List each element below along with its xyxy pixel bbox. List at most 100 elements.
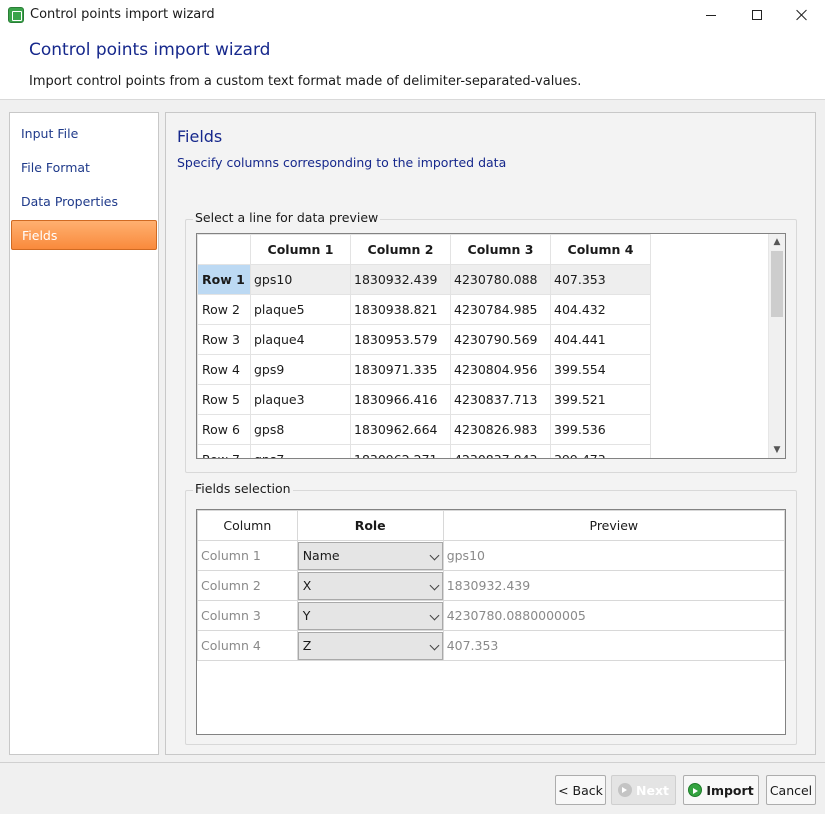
row-header[interactable]: Row 4 (197, 354, 251, 385)
field-preview-value: 1830932.439 (442, 570, 785, 601)
import-button-label: Import (706, 782, 754, 798)
table-row: Column 3 Y 4230780.0880000005 (197, 600, 785, 631)
preview-column-header[interactable]: Column 1 (250, 234, 351, 265)
title-bar: Control points import wizard (0, 0, 825, 30)
row-header[interactable]: Row 3 (197, 324, 251, 355)
field-column-name: Column 4 (197, 630, 298, 661)
table-cell: plaque5 (250, 294, 351, 325)
preview-header-row: Column 1 Column 2 Column 3 Column 4 (197, 234, 651, 265)
content-panel: Fields Specify columns corresponding to … (165, 112, 816, 755)
import-button[interactable]: Import (683, 775, 759, 805)
table-cell: gps7 (250, 444, 351, 458)
row-header[interactable]: Row 5 (197, 384, 251, 415)
role-dropdown-value: Z (302, 638, 312, 653)
wizard-header: Control points import wizard Import cont… (0, 30, 825, 100)
app-icon (8, 7, 24, 23)
table-cell: 399.521 (550, 384, 651, 415)
role-dropdown-value: Name (302, 548, 340, 563)
table-cell: 1830953.579 (350, 324, 451, 355)
chevron-down-icon (429, 640, 440, 650)
fields-header-row: Column Role Preview (197, 510, 785, 541)
row-header[interactable]: Row 2 (197, 294, 251, 325)
table-row[interactable]: Row 6 gps8 1830962.664 4230826.983 399.5… (197, 414, 651, 445)
row-header[interactable]: Row 7 (197, 444, 251, 458)
table-row[interactable]: Row 2 plaque5 1830938.821 4230784.985 40… (197, 294, 651, 325)
wizard-body: Input File File Format Data Properties F… (0, 101, 825, 763)
table-cell: 407.353 (550, 264, 651, 295)
scroll-up-icon[interactable]: ▲ (769, 234, 785, 250)
section-title: Fields (177, 127, 223, 146)
table-cell: 1830962.664 (350, 414, 451, 445)
data-preview-grid: Column 1 Column 2 Column 3 Column 4 Row … (197, 234, 651, 458)
table-row[interactable]: Row 7 gps7 1830962.271 4230837.843 399.4… (197, 444, 651, 458)
next-button[interactable]: Next (611, 775, 676, 805)
sidebar-item-data-properties[interactable]: Data Properties (11, 186, 157, 216)
next-arrow-icon (618, 783, 632, 797)
role-dropdown-value: X (302, 578, 312, 593)
role-dropdown-value: Y (302, 608, 311, 623)
scrollbar-thumb[interactable] (771, 251, 783, 317)
table-row[interactable]: Row 1 gps10 1830932.439 4230780.088 407.… (197, 264, 651, 295)
preview-column-header[interactable]: Column 3 (450, 234, 551, 265)
page-title: Control points import wizard (29, 40, 271, 60)
table-cell: 4230804.956 (450, 354, 551, 385)
fields-role-header: Role (296, 510, 444, 541)
chevron-down-icon (429, 580, 440, 590)
preview-column-header[interactable]: Column 2 (350, 234, 451, 265)
fields-selection-table: Column Role Preview Column 1 Name gps10 … (196, 509, 786, 735)
wizard-steps-sidebar: Input File File Format Data Properties F… (9, 112, 159, 755)
table-cell: 4230826.983 (450, 414, 551, 445)
chevron-down-icon (429, 550, 440, 560)
field-role-cell: Name (296, 540, 444, 571)
sidebar-item-file-format[interactable]: File Format (11, 152, 157, 182)
maximize-button[interactable] (734, 0, 780, 30)
data-preview-group: Select a line for data preview Column 1 … (185, 210, 797, 473)
close-button[interactable] (779, 0, 825, 30)
table-cell: gps9 (250, 354, 351, 385)
chevron-down-icon (429, 610, 440, 620)
table-cell: 4230837.713 (450, 384, 551, 415)
table-cell: 399.536 (550, 414, 651, 445)
field-preview-value: 407.353 (442, 630, 785, 661)
table-cell: 399.554 (550, 354, 651, 385)
field-preview-value: gps10 (442, 540, 785, 571)
table-cell: plaque4 (250, 324, 351, 355)
table-cell: plaque3 (250, 384, 351, 415)
role-dropdown[interactable]: Name (297, 541, 443, 570)
table-row[interactable]: Row 5 plaque3 1830966.416 4230837.713 39… (197, 384, 651, 415)
role-dropdown[interactable]: Z (297, 631, 443, 660)
row-header[interactable]: Row 1 (197, 264, 251, 295)
cancel-button[interactable]: Cancel (766, 775, 816, 805)
table-cell: 1830962.271 (350, 444, 451, 458)
data-preview-table[interactable]: Column 1 Column 2 Column 3 Column 4 Row … (196, 233, 786, 459)
page-subtitle: Import control points from a custom text… (29, 74, 582, 89)
role-dropdown[interactable]: Y (297, 601, 443, 630)
field-column-name: Column 2 (197, 570, 298, 601)
data-preview-group-label: Select a line for data preview (193, 210, 381, 225)
table-row[interactable]: Row 4 gps9 1830971.335 4230804.956 399.5… (197, 354, 651, 385)
back-button[interactable]: < Back (555, 775, 606, 805)
table-cell: 4230837.843 (450, 444, 551, 458)
fields-selection-group-label: Fields selection (193, 481, 293, 496)
window-title: Control points import wizard (30, 7, 215, 22)
close-icon (796, 9, 808, 21)
fields-column-header: Column (197, 510, 298, 541)
table-cell: 404.441 (550, 324, 651, 355)
field-column-name: Column 1 (197, 540, 298, 571)
sidebar-item-input-file[interactable]: Input File (11, 118, 157, 148)
table-cell: 4230784.985 (450, 294, 551, 325)
field-column-name: Column 3 (197, 600, 298, 631)
row-header[interactable]: Row 6 (197, 414, 251, 445)
role-dropdown[interactable]: X (297, 571, 443, 600)
field-role-cell: X (296, 570, 444, 601)
sidebar-item-fields[interactable]: Fields (11, 220, 157, 250)
scroll-down-icon[interactable]: ▼ (769, 442, 785, 458)
table-cell: 4230780.088 (450, 264, 551, 295)
minimize-button[interactable] (688, 0, 734, 30)
preview-column-header[interactable]: Column 4 (550, 234, 651, 265)
table-cell: 4230790.569 (450, 324, 551, 355)
table-row[interactable]: Row 3 plaque4 1830953.579 4230790.569 40… (197, 324, 651, 355)
minimize-icon (706, 14, 716, 16)
preview-scrollbar[interactable]: ▲ ▼ (768, 234, 785, 458)
fields-selection-grid: Column Role Preview Column 1 Name gps10 … (197, 510, 785, 661)
